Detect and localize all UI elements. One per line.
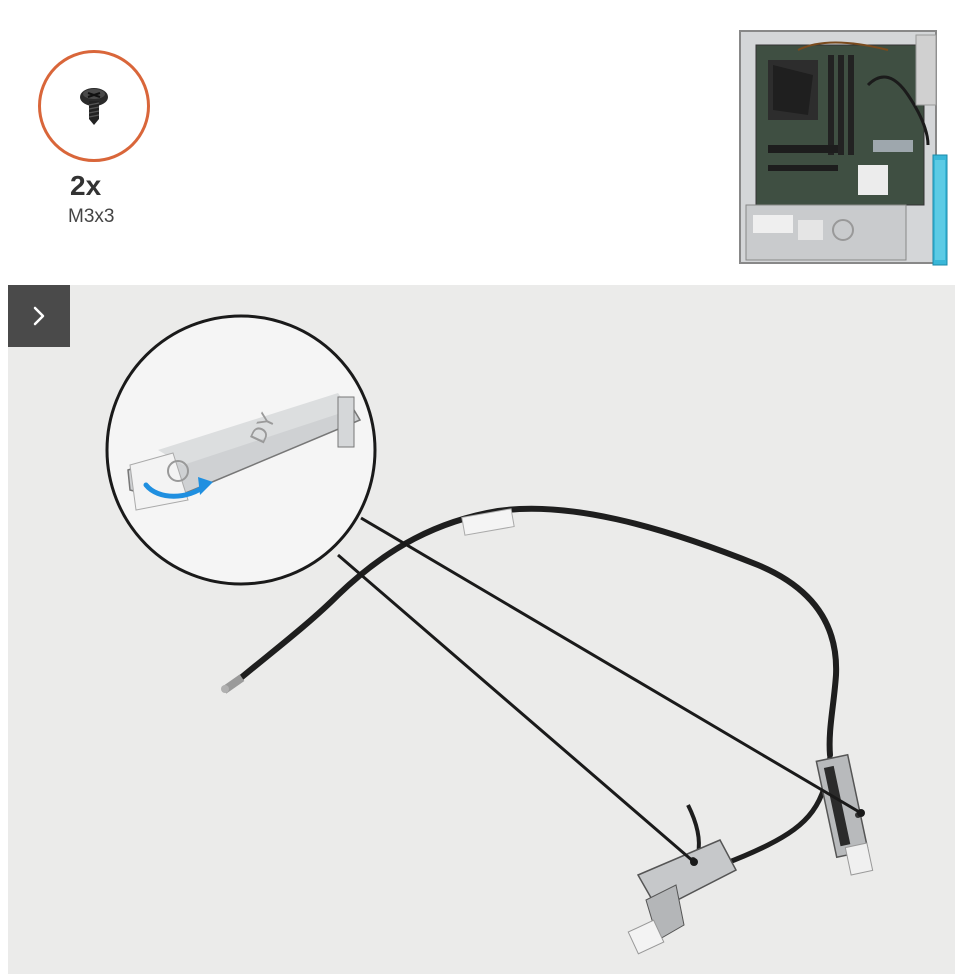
antenna-removal-illustration: DY xyxy=(8,285,955,974)
computer-location-thumbnail xyxy=(738,25,953,270)
chevron-right-icon xyxy=(33,306,45,326)
screw-icon xyxy=(80,88,108,125)
screw-callout: 2x M3x3 xyxy=(38,50,163,228)
screw-quantity: 2x xyxy=(70,170,102,201)
screw-size: M3x3 xyxy=(68,206,115,227)
screw-ring xyxy=(38,50,150,162)
next-step-button[interactable] xyxy=(8,285,70,347)
